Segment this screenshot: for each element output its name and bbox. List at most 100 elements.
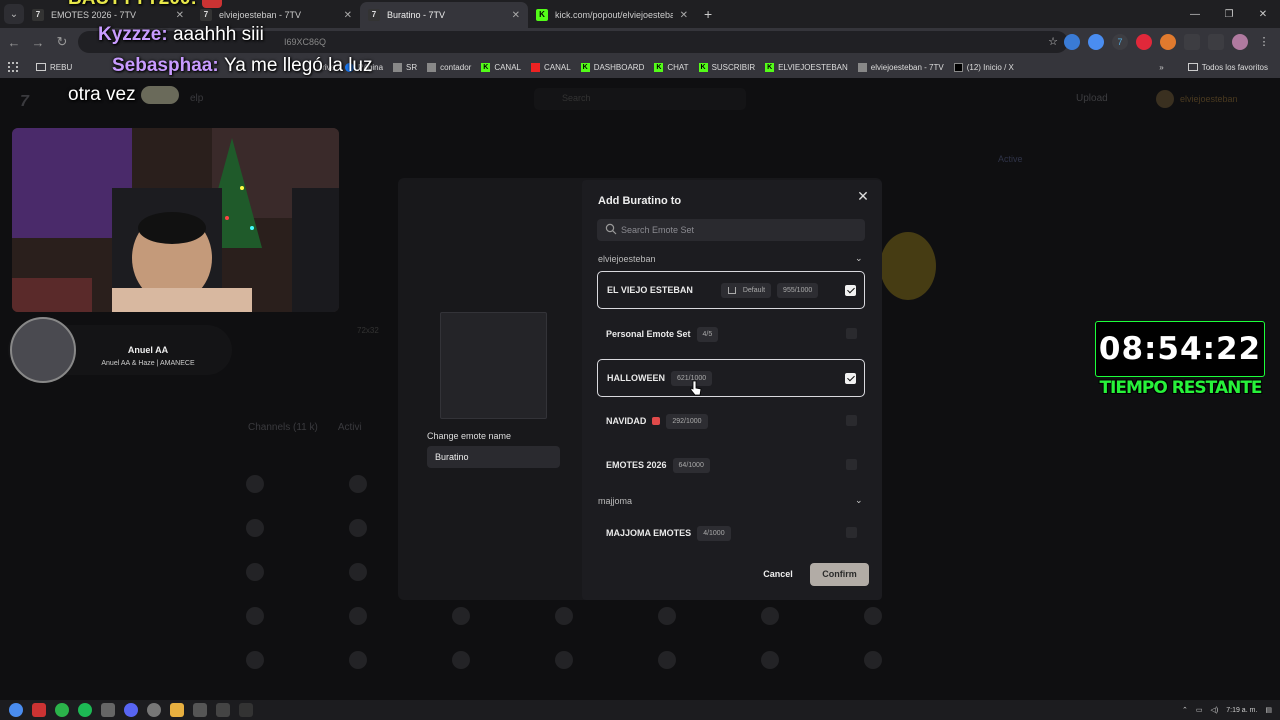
bookmark-sr[interactable]: SR (393, 62, 417, 72)
whatsapp-icon[interactable] (55, 703, 69, 717)
bookmark-dashboard[interactable]: K DASHBOARD (580, 62, 644, 72)
app-icon[interactable] (32, 703, 46, 717)
bookmark-star-icon[interactable]: ☆ (1048, 35, 1058, 48)
extension-icon[interactable] (1136, 34, 1152, 50)
discord-icon[interactable] (124, 703, 138, 717)
extension-icon[interactable] (1064, 34, 1080, 50)
set-row-personal-emote-set[interactable]: Personal Emote Set 4/5 (597, 315, 865, 353)
reload-icon[interactable]: ↻ (50, 34, 74, 50)
set-checkbox[interactable] (845, 285, 856, 296)
new-tab-button[interactable]: + (696, 6, 720, 22)
file-explorer-icon[interactable] (170, 703, 184, 717)
list-item (555, 607, 658, 625)
emote-size: 72x32 (357, 326, 379, 335)
bookmark-7tv[interactable]: elviejoesteban - 7TV (857, 62, 944, 72)
chrome-icon[interactable] (9, 703, 23, 717)
notifications-icon[interactable]: ▤ (1265, 706, 1272, 714)
webcam-overlay (12, 128, 339, 312)
bookmark-label: Todos los favoritos (1201, 62, 1268, 72)
nav-help: elp (190, 93, 204, 104)
tray-chevron-icon[interactable]: ⌃ (1182, 706, 1188, 714)
spotify-icon[interactable] (78, 703, 92, 717)
bookmark-label: SUSCRIBIR (711, 62, 756, 72)
folder-icon (1187, 63, 1198, 71)
bookmark-x[interactable]: (12) Inicio / X (953, 62, 1014, 72)
chevron-down-icon[interactable]: ⌄ (855, 495, 863, 506)
tab-search-button[interactable]: ⌄ (4, 4, 24, 24)
obs-icon[interactable] (147, 703, 161, 717)
set-row-el-viejo-esteban[interactable]: EL VIEJO ESTEBAN Default 955/1000 (597, 271, 865, 309)
close-tab-icon[interactable]: ✕ (680, 10, 688, 21)
countdown-timer: 08:54:22 (1095, 321, 1265, 377)
app-icon[interactable] (101, 703, 115, 717)
emote-set-search[interactable] (597, 219, 865, 241)
bookmark-canal-2[interactable]: CANAL (531, 62, 571, 72)
set-name: HALLOWEEN (607, 373, 665, 383)
close-window-icon[interactable]: ✕ (1246, 0, 1280, 28)
close-tab-icon[interactable]: ✕ (512, 10, 520, 21)
search-input[interactable] (621, 222, 851, 238)
extension-icon[interactable] (1088, 34, 1104, 50)
bookmark-label: contador (440, 62, 472, 72)
confirm-button[interactable]: Confirm (810, 563, 869, 586)
kick-icon: K (698, 62, 708, 72)
chevron-down-icon[interactable]: ⌄ (855, 253, 863, 264)
bookmark-folder[interactable]: REBU (36, 63, 72, 72)
side-panel-icon[interactable] (1208, 34, 1224, 50)
volume-icon[interactable]: ◁) (1211, 706, 1219, 714)
set-row-halloween[interactable]: HALLOWEEN 621/1000 (597, 359, 865, 397)
clock[interactable]: 7:19 a. m. (1226, 707, 1257, 714)
diamond-icon (393, 62, 403, 72)
list-item (452, 607, 555, 625)
list-item (246, 563, 349, 581)
list-item (658, 651, 761, 669)
home-icon (727, 286, 736, 294)
back-icon[interactable]: ← (2, 35, 26, 50)
emote-name-input[interactable] (427, 446, 560, 468)
table-row (246, 638, 1046, 682)
tab-kick-popout[interactable]: K kick.com/popout/elviejoesteban ✕ (528, 2, 696, 28)
chevron-more-icon[interactable]: » (1159, 63, 1163, 72)
bookmark-elviejoesteban[interactable]: K ELVIEJOESTEBAN (765, 62, 848, 72)
bookmark-chat[interactable]: K CHAT (654, 62, 689, 72)
set-checkbox[interactable] (846, 415, 857, 426)
set-checkbox[interactable] (845, 373, 856, 384)
active-badge: Active (998, 154, 1023, 164)
set-checkbox[interactable] (846, 328, 857, 339)
all-bookmarks[interactable]: » Todos los favoritos (1159, 56, 1268, 78)
set-checkbox[interactable] (846, 527, 857, 538)
restore-icon[interactable]: ❐ (1212, 0, 1246, 28)
chat-message: BAUTYYY200: (68, 0, 223, 10)
more-menu-icon[interactable]: ⋮ (1256, 34, 1272, 50)
forward-icon[interactable]: → (26, 35, 50, 50)
close-tab-icon[interactable]: ✕ (344, 10, 352, 21)
app-icon[interactable] (193, 703, 207, 717)
profile-avatar-icon[interactable] (1232, 34, 1248, 50)
network-icon[interactable]: ▭ (1196, 706, 1203, 714)
chat-message: otra vez (68, 84, 179, 106)
set-count: 4/5 (696, 326, 719, 342)
tab-buratino-7tv[interactable]: 7 Buratino - 7TV ✕ (360, 2, 528, 28)
close-icon[interactable]: ✕ (855, 188, 871, 204)
set-row-majjoma-emotes[interactable]: MAJJOMA EMOTES 4/1000 (597, 514, 865, 552)
app-icon[interactable] (239, 703, 253, 717)
7tv-extension-icon[interactable]: 7 (1112, 34, 1128, 50)
bookmark-canal-1[interactable]: K CANAL (481, 62, 521, 72)
bookmark-suscribir[interactable]: K SUSCRIBIR (698, 62, 756, 72)
set-checkbox[interactable] (846, 459, 857, 470)
app-icon[interactable] (216, 703, 230, 717)
7tv-logo: 7 (20, 93, 29, 110)
chat-username: Sebasphaa: (112, 55, 219, 76)
minimize-icon[interactable]: — (1178, 0, 1212, 28)
apps-grid-icon[interactable] (8, 62, 18, 72)
cancel-button[interactable]: Cancel (760, 565, 796, 583)
set-row-navidad[interactable]: NAVIDAD 292/1000 (597, 402, 865, 440)
bookmark-contador[interactable]: contador (427, 62, 472, 72)
chat-text: otra vez (68, 84, 136, 105)
song-title: Anuel AA & Haze | AMANECE (101, 360, 195, 367)
puzzle-extensions-icon[interactable] (1184, 34, 1200, 50)
extension-icon[interactable] (1160, 34, 1176, 50)
search-icon (605, 223, 617, 235)
close-tab-icon[interactable]: ✕ (176, 10, 184, 21)
set-row-emotes-2026[interactable]: EMOTES 2026 64/1000 (597, 446, 865, 484)
